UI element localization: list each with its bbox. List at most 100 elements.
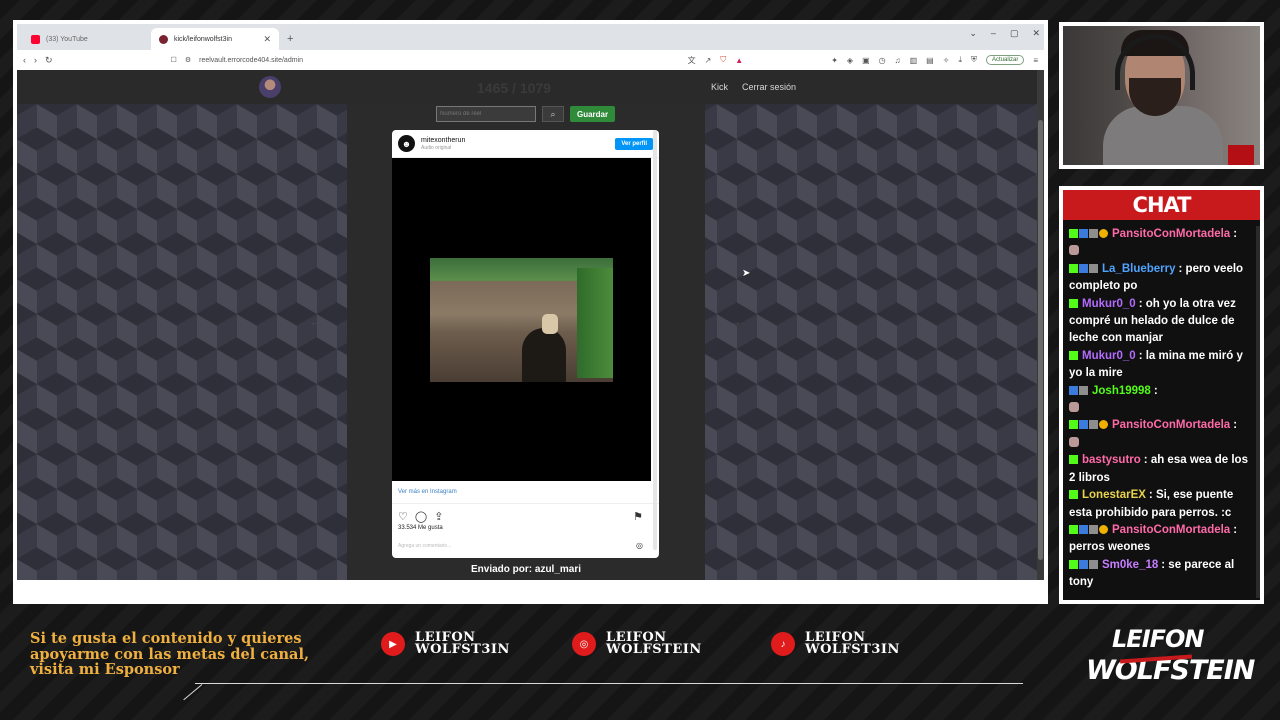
bookmark-icon[interactable]: ⚑ <box>633 510 643 523</box>
chat-username[interactable]: PansitoConMortadela <box>1112 228 1230 240</box>
chat-username[interactable]: Sm0ke_18 <box>1102 559 1158 571</box>
extension-icon[interactable]: ◈ <box>847 56 853 65</box>
nav-logout-link[interactable]: Cerrar sesión <box>742 82 796 92</box>
chat-username[interactable]: PansitoConMortadela <box>1112 524 1230 536</box>
tab-kick[interactable]: kick/leifonwolfst3in ✕ <box>151 28 279 50</box>
web-page: 1465 / 1079 Kick Cerrar sesión ⌕ Guardar… <box>17 70 1044 580</box>
pin-icon[interactable]: ✦ <box>831 56 838 65</box>
close-window-icon[interactable]: ✕ <box>1032 28 1040 39</box>
next-arrow-icon[interactable]: → <box>729 314 742 329</box>
youtube-icon <box>31 34 40 44</box>
tab-search-icon[interactable]: ⌄ <box>969 28 977 39</box>
bookmark-icon[interactable]: ☐ <box>171 56 177 64</box>
close-tab-icon[interactable]: ✕ <box>263 34 271 45</box>
chat-badge-icon <box>1069 455 1078 465</box>
reel-search: ⌕ Guardar <box>436 106 616 122</box>
view-more-link[interactable]: Ver más en Instagram <box>392 481 659 504</box>
scrollbar-thumb[interactable] <box>1038 120 1043 560</box>
window-controls: ⌄ – ▢ ✕ <box>969 28 1040 39</box>
browser-window: (33) YouTube kick/leifonwolfst3in ✕ + ⌄ … <box>13 20 1048 604</box>
chat-username[interactable]: Josh19998 <box>1092 385 1151 397</box>
view-profile-button[interactable]: Ver perfil <box>615 137 653 150</box>
webcam-feed <box>1063 26 1260 165</box>
streamer-body <box>1103 106 1223 165</box>
site-logo[interactable] <box>259 76 281 98</box>
share-icon[interactable]: ↗ <box>705 56 712 65</box>
brave-shield-icon[interactable]: ⛉ <box>720 55 726 65</box>
tiktok-icon: ♪ <box>771 632 795 656</box>
comment-icon[interactable]: ◯ <box>415 510 427 523</box>
ig-scrollbar[interactable] <box>653 130 657 550</box>
search-icon[interactable]: ⌕ <box>542 106 564 122</box>
url-text[interactable]: reelvault.errorcode404.site/admin <box>199 57 303 64</box>
chat-message: Josh19998: <box>1069 383 1257 418</box>
rewards-icon[interactable]: ▲ <box>735 56 743 65</box>
save-button[interactable]: Guardar <box>570 106 616 122</box>
puzzle-icon[interactable]: ✧ <box>943 56 950 65</box>
chat-text: : <box>1233 419 1238 432</box>
sponsor-promo: Si te gusta el contenido y quieres apoya… <box>30 630 309 678</box>
stream-overlay: (33) YouTube kick/leifonwolfst3in ✕ + ⌄ … <box>0 0 1280 720</box>
chat-username[interactable]: La_Blueberry <box>1102 263 1176 275</box>
ig-audio[interactable]: Audio original <box>421 145 465 151</box>
instagram-embed: ☻ mitexontherun Audio original Ver perfi… <box>392 130 659 558</box>
social-name-line2: WOLFST3IN <box>805 642 900 657</box>
reload-icon[interactable]: ↻ <box>45 55 53 66</box>
download-icon[interactable]: ⤓ <box>958 55 962 65</box>
minimize-icon[interactable]: – <box>991 28 996 39</box>
brand-logo: LEIFON WOLFSTEIN <box>1082 625 1255 689</box>
chat-badge-icon <box>1079 524 1088 534</box>
screenshot-icon[interactable]: ▣ <box>862 56 870 65</box>
chat-username[interactable]: PansitoConMortadela <box>1112 419 1230 431</box>
menu-icon[interactable]: ≡ <box>1033 56 1038 65</box>
chat-username[interactable]: Mukur0_0 <box>1082 350 1136 362</box>
music-icon[interactable]: ♫ <box>895 56 901 65</box>
instagram-icon[interactable]: ◎ <box>636 541 643 550</box>
ig-avatar[interactable]: ☻ <box>398 135 415 152</box>
chat-username[interactable]: LonestarEX <box>1082 489 1146 501</box>
chat-scrollbar[interactable] <box>1256 226 1260 598</box>
tab-youtube[interactable]: (33) YouTube <box>23 28 151 50</box>
prev-arrow-icon[interactable]: ← <box>309 314 322 329</box>
chat-frame: CHAT PansitoConMortadela: La_Blueberry: p… <box>1059 186 1264 604</box>
vpn-icon[interactable]: ⛨ <box>971 55 977 65</box>
wallet-icon[interactable]: ▤ <box>926 56 934 65</box>
gaming-chair <box>1228 145 1254 165</box>
chat-badge-icon <box>1069 263 1078 273</box>
instagram-icon: ◎ <box>572 632 596 656</box>
chat-badge-icon <box>1069 298 1078 308</box>
chat-messages: PansitoConMortadela: La_Blueberry: pero v… <box>1069 226 1257 592</box>
nav-kick-link[interactable]: Kick <box>711 82 728 92</box>
chat-message: Mukur0_0: la mina me miró y yo la mire <box>1069 348 1257 383</box>
reel-number-input[interactable] <box>436 106 536 122</box>
chat-username[interactable]: bastysutro <box>1082 454 1141 466</box>
chat-badge-icon <box>1099 420 1108 430</box>
chat-badge-icon <box>1089 263 1098 273</box>
comment-placeholder[interactable]: Agrega un comentario... <box>398 543 451 549</box>
chat-badge-icon <box>1069 490 1078 500</box>
maximize-icon[interactable]: ▢ <box>1010 28 1019 39</box>
translate-icon[interactable]: 文 <box>688 55 696 66</box>
chat-badge-icon <box>1069 229 1078 238</box>
ig-comment-row[interactable]: Agrega un comentario... ◎ <box>392 531 659 550</box>
chat-text: : <box>1153 384 1158 397</box>
ig-video[interactable] <box>392 158 651 481</box>
site-info-icon[interactable]: ⚙ <box>185 56 191 64</box>
back-icon[interactable]: ‹ <box>23 55 26 65</box>
forward-icon[interactable]: › <box>34 55 37 65</box>
photo-tree <box>577 268 613 378</box>
share-icon[interactable]: ⇪ <box>434 510 443 523</box>
like-icon[interactable]: ♡ <box>398 510 408 523</box>
history-icon[interactable]: ◷ <box>879 56 886 65</box>
update-button[interactable]: Actualizar <box>985 55 1025 65</box>
sidebar-icon[interactable]: ▥ <box>910 56 918 65</box>
page-scrollbar[interactable] <box>1037 70 1044 580</box>
new-tab-button[interactable]: + <box>279 28 301 50</box>
social-name-line2: WOLFSTEIN <box>606 642 702 657</box>
ig-username[interactable]: mitexontherun <box>421 137 465 145</box>
webcam-frame <box>1059 22 1264 169</box>
address-bar[interactable]: ☐ ⚙ reelvault.errorcode404.site/admin <box>171 53 671 68</box>
chat-message: LonestarEX: Si, ese puente esta prohibid… <box>1069 487 1257 522</box>
tab-bar: (33) YouTube kick/leifonwolfst3in ✕ + ⌄ … <box>17 24 1044 50</box>
chat-username[interactable]: Mukur0_0 <box>1082 298 1136 310</box>
